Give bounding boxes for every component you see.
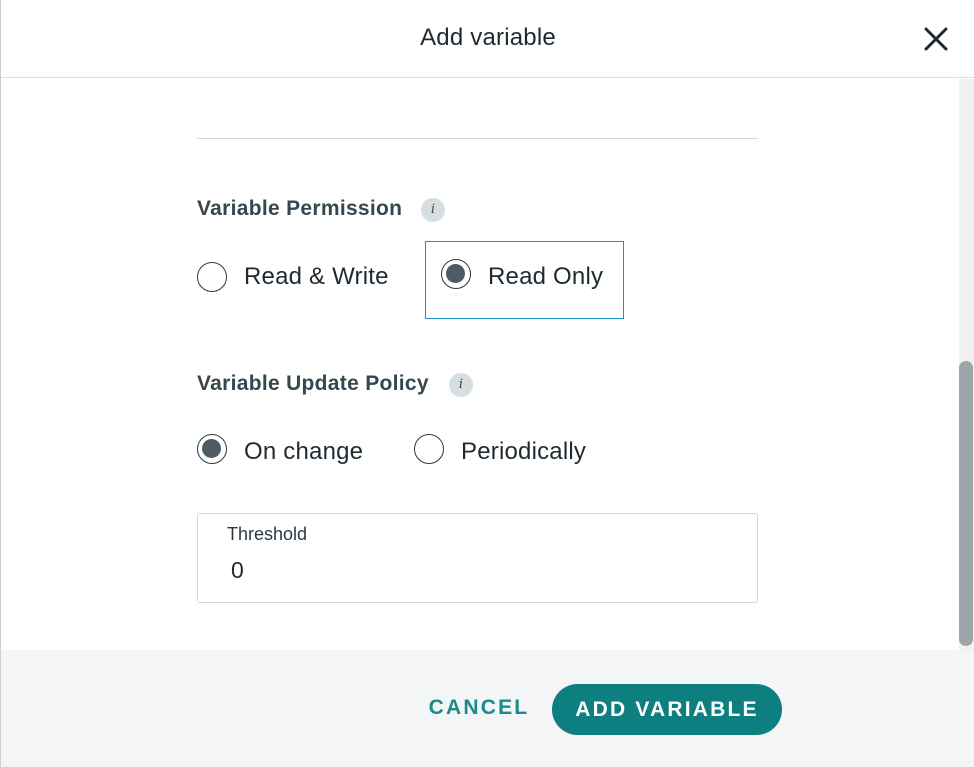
radio-on-change-label: On change [244, 438, 364, 465]
info-icon[interactable]: i [449, 373, 473, 397]
cancel-button[interactable]: CANCEL [419, 684, 539, 732]
dialog-title: Add variable [420, 24, 556, 51]
radio-read-write-label: Read & Write [244, 263, 389, 290]
add-variable-dialog: Add variable Variable Permission i Read … [0, 0, 974, 767]
dialog-footer: CANCEL ADD VARIABLE [1, 650, 974, 767]
dialog-header: Add variable [1, 0, 974, 78]
threshold-input[interactable] [227, 554, 731, 586]
radio-button-unchecked[interactable] [414, 434, 444, 464]
radio-periodically[interactable]: Periodically [414, 432, 586, 472]
radio-button-checked[interactable] [441, 259, 471, 289]
radio-periodically-label: Periodically [461, 438, 587, 465]
radio-button-unchecked[interactable] [197, 262, 227, 292]
close-button[interactable] [921, 24, 951, 54]
variable-update-policy-label: Variable Update Policy [197, 372, 429, 395]
threshold-field[interactable]: Threshold [197, 513, 758, 603]
threshold-label: Threshold [227, 524, 308, 544]
section-divider [197, 138, 758, 139]
scrollbar[interactable] [959, 79, 974, 650]
scrollbar-thumb[interactable] [959, 361, 973, 646]
radio-on-change[interactable]: On change [197, 432, 363, 472]
info-icon[interactable]: i [421, 198, 445, 222]
close-icon [924, 27, 948, 51]
radio-button-checked[interactable] [197, 434, 227, 464]
add-variable-button[interactable]: ADD VARIABLE [552, 684, 782, 735]
radio-read-only-label: Read Only [488, 263, 604, 290]
radio-read-only[interactable]: Read Only [441, 257, 603, 297]
dialog-body: Variable Permission i Read & Write Read … [1, 79, 959, 650]
radio-read-write[interactable]: Read & Write [197, 257, 389, 297]
variable-permission-label: Variable Permission [197, 197, 403, 220]
